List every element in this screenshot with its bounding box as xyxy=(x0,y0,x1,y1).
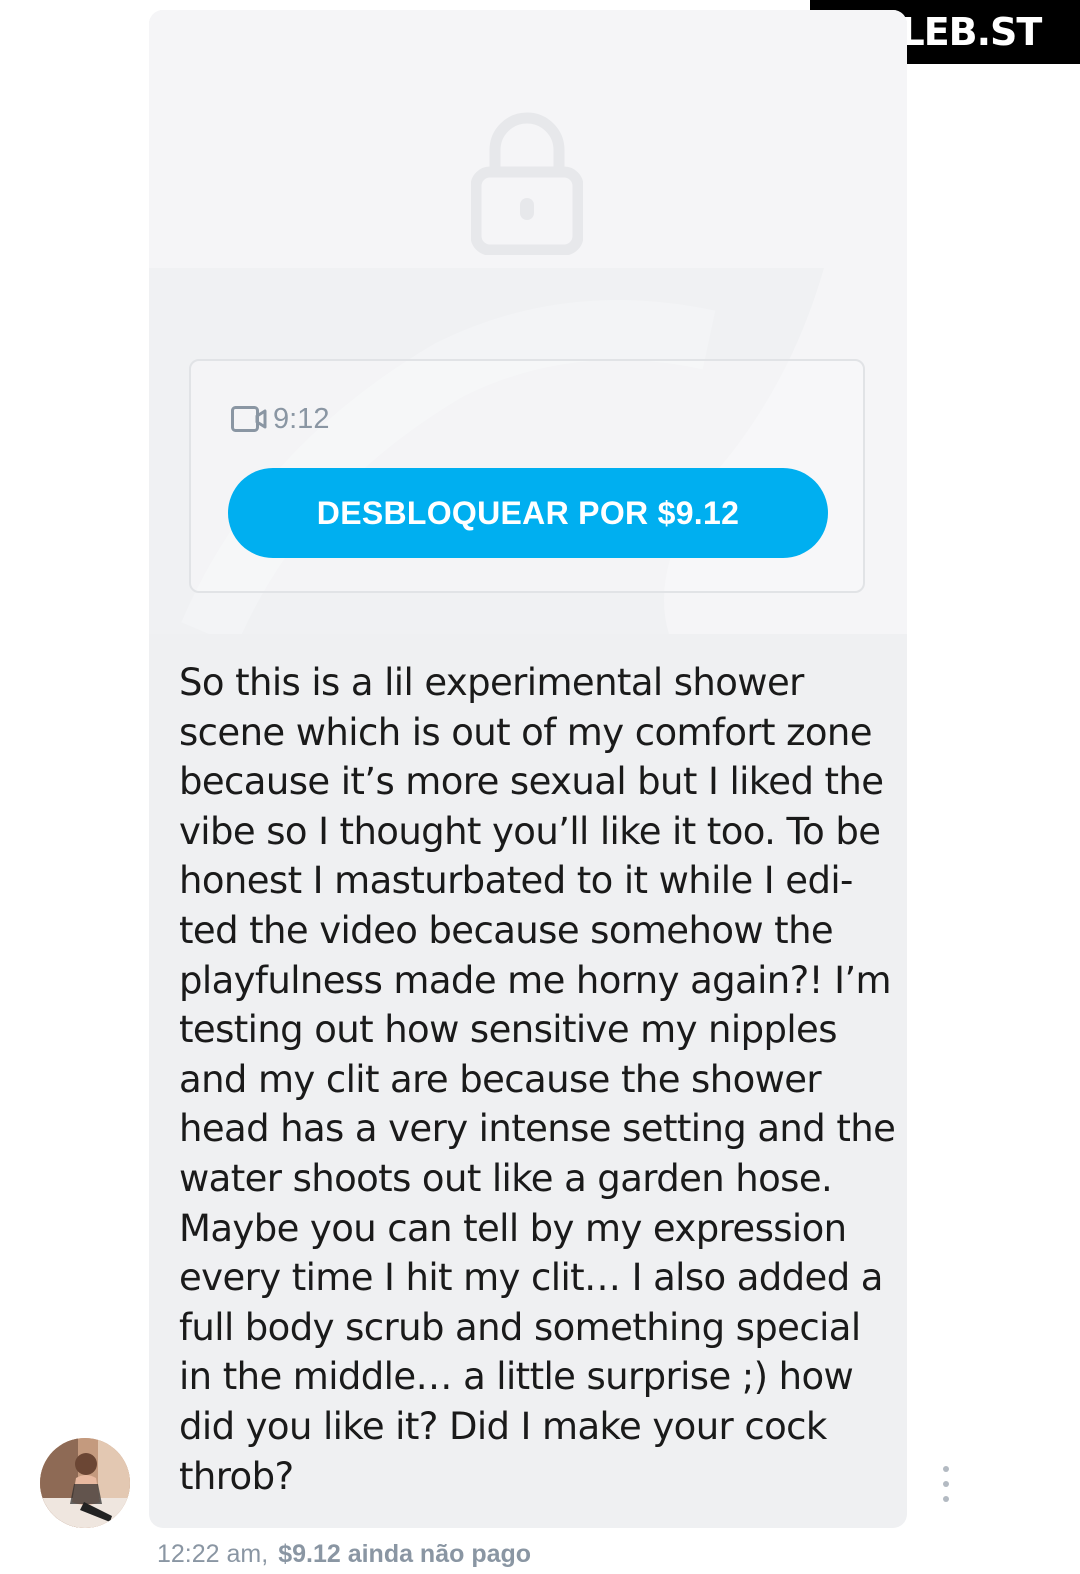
message-bubble: 9:12 DESBLOQUEAR POR $9.12 So this is a … xyxy=(149,10,907,1528)
locked-media-preview[interactable]: 9:12 DESBLOQUEAR POR $9.12 xyxy=(149,10,907,634)
price-status: $9.12 ainda não pago xyxy=(278,1540,532,1568)
message-meta: 12:22 am, $9.12 ainda não pago xyxy=(157,1540,531,1569)
message-line: in the middle… a little surprise ;) how xyxy=(179,1355,854,1399)
more-options-button[interactable] xyxy=(934,1466,958,1502)
message-timestamp: 12:22 am, xyxy=(157,1540,269,1568)
video-camera-icon xyxy=(231,406,267,432)
message-line: did you like it? Did I make your cock xyxy=(179,1404,827,1448)
message-line: So this is a lil experimental shower xyxy=(179,661,804,704)
duration-label: 9:12 xyxy=(273,402,330,435)
message-line: water shoots out like a garden hose. xyxy=(179,1156,833,1200)
message-line: head has a very intense setting and the xyxy=(179,1107,896,1151)
message-line: and my clit are because the shower xyxy=(179,1057,822,1101)
dot xyxy=(943,1466,949,1472)
message-line: playfulness made me horny again?! I’m xyxy=(179,958,892,1002)
message-line: because it’s more sexual but I liked the xyxy=(179,760,884,804)
message-line: ted the video because somehow the xyxy=(179,908,834,952)
avatar-image xyxy=(40,1438,130,1528)
message-text: So this is a lil experimental shower scen… xyxy=(179,658,896,1501)
lock-icon xyxy=(471,112,583,255)
unlock-button[interactable]: DESBLOQUEAR POR $9.12 xyxy=(228,468,828,558)
message-line: throb? xyxy=(179,1454,294,1498)
video-duration: 9:12 xyxy=(231,401,329,437)
message-line: full body scrub and something special xyxy=(179,1305,861,1349)
message-line: Maybe you can tell by my expression xyxy=(179,1206,847,1250)
message-line: testing out how sensitive my nipples xyxy=(179,1008,837,1052)
locked-content-panel: 9:12 DESBLOQUEAR POR $9.12 xyxy=(189,359,865,593)
dot xyxy=(943,1496,949,1502)
dot xyxy=(943,1481,949,1487)
message-line: every time I hit my clit… I also added a xyxy=(179,1256,883,1300)
avatar[interactable] xyxy=(40,1438,130,1528)
message-line: vibe so I thought you’ll like it too. To… xyxy=(179,809,881,853)
message-line: honest I masturbated to it while I edi- xyxy=(179,859,853,903)
message-line: scene which is out of my comfort zone xyxy=(179,710,873,754)
